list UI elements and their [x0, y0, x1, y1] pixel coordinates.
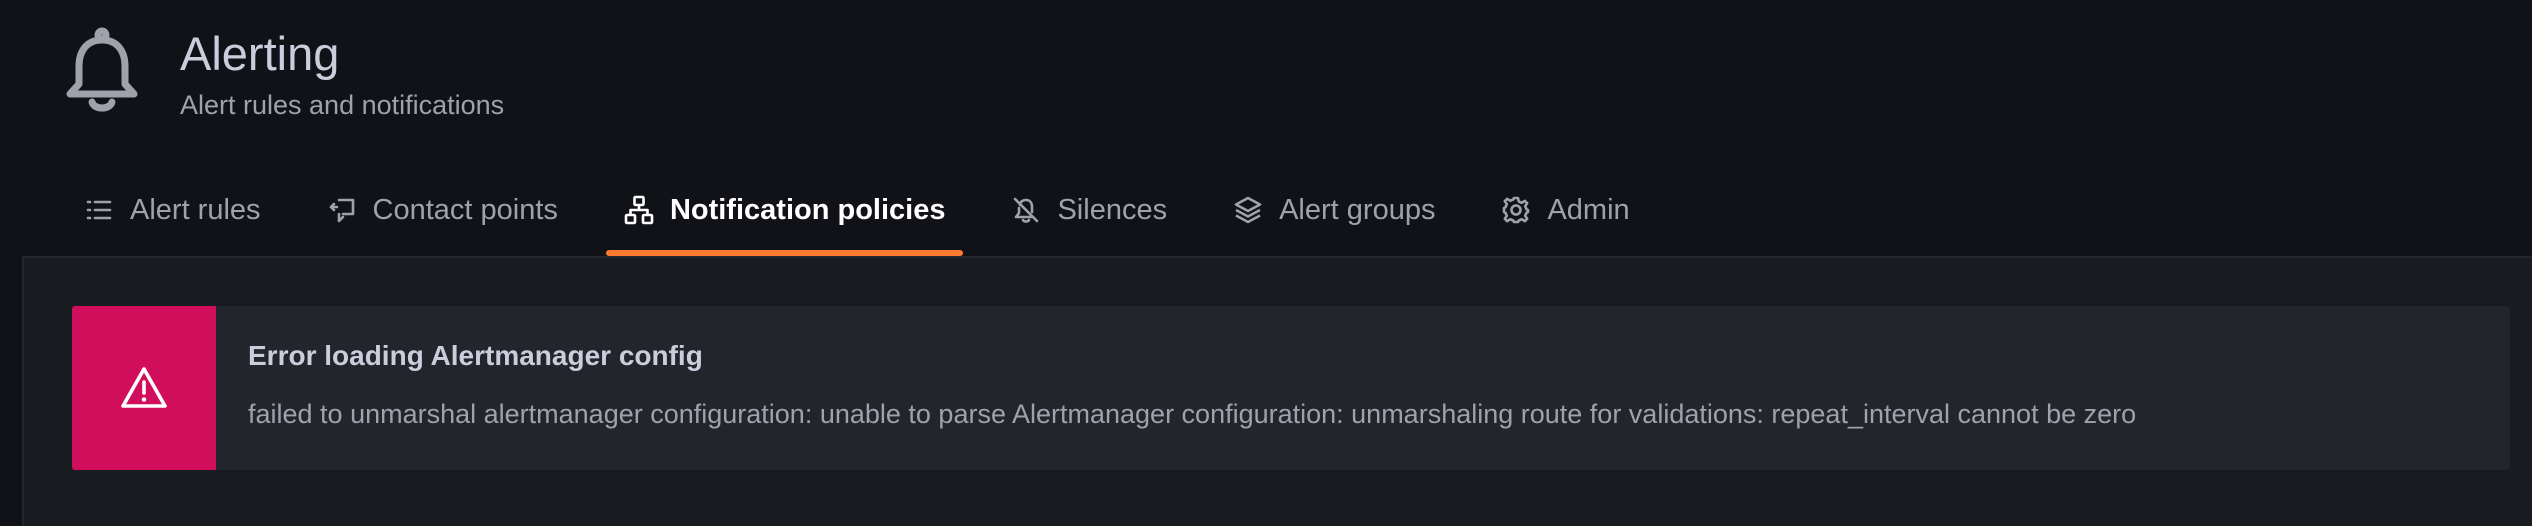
layer-group-icon: [1234, 196, 1262, 224]
alert-body: Error loading Alertmanager config failed…: [216, 306, 2136, 470]
tab-label: Alert groups: [1279, 193, 1436, 226]
tab-admin[interactable]: Admin: [1483, 182, 1647, 256]
bell-icon: [66, 27, 138, 112]
page-subtitle: Alert rules and notifications: [180, 90, 505, 120]
alerting-page: Alerting Alert rules and notifications A…: [0, 0, 2532, 526]
tab-alert-groups[interactable]: Alert groups: [1215, 182, 1453, 256]
tab-label: Notification policies: [669, 193, 946, 226]
cog-icon: [1503, 196, 1530, 224]
tab-contact-points[interactable]: Contact points: [309, 182, 576, 256]
tab-label: Alert rules: [130, 193, 261, 226]
tab-notification-policies[interactable]: Notification policies: [605, 182, 964, 256]
alert-message: failed to unmarshal alertmanager configu…: [248, 399, 2137, 429]
tab-label: Contact points: [372, 193, 558, 226]
alert-title: Error loading Alertmanager config: [248, 340, 703, 371]
tab-silences[interactable]: Silences: [993, 182, 1185, 256]
content-panel: Error loading Alertmanager config failed…: [22, 256, 2532, 526]
tab-label: Silences: [1057, 193, 1168, 226]
list-icon: [86, 200, 112, 220]
tab-alert-rules[interactable]: Alert rules: [66, 182, 279, 256]
tab-bar: Alert rules Contact points Notification …: [66, 182, 1678, 256]
header-text: Alerting Alert rules and notifications: [180, 24, 504, 122]
tab-label: Admin: [1547, 193, 1630, 226]
exclamation-triangle-icon: [121, 367, 167, 408]
sitemap-icon: [624, 195, 654, 225]
bell-slash-icon: [1014, 197, 1039, 223]
page-title: Alerting: [180, 27, 340, 80]
alert-icon-box: [72, 306, 216, 470]
error-alert: Error loading Alertmanager config failed…: [72, 306, 2510, 470]
comment-icon: [329, 198, 354, 223]
page-header: Alerting Alert rules and notifications: [64, 24, 504, 122]
